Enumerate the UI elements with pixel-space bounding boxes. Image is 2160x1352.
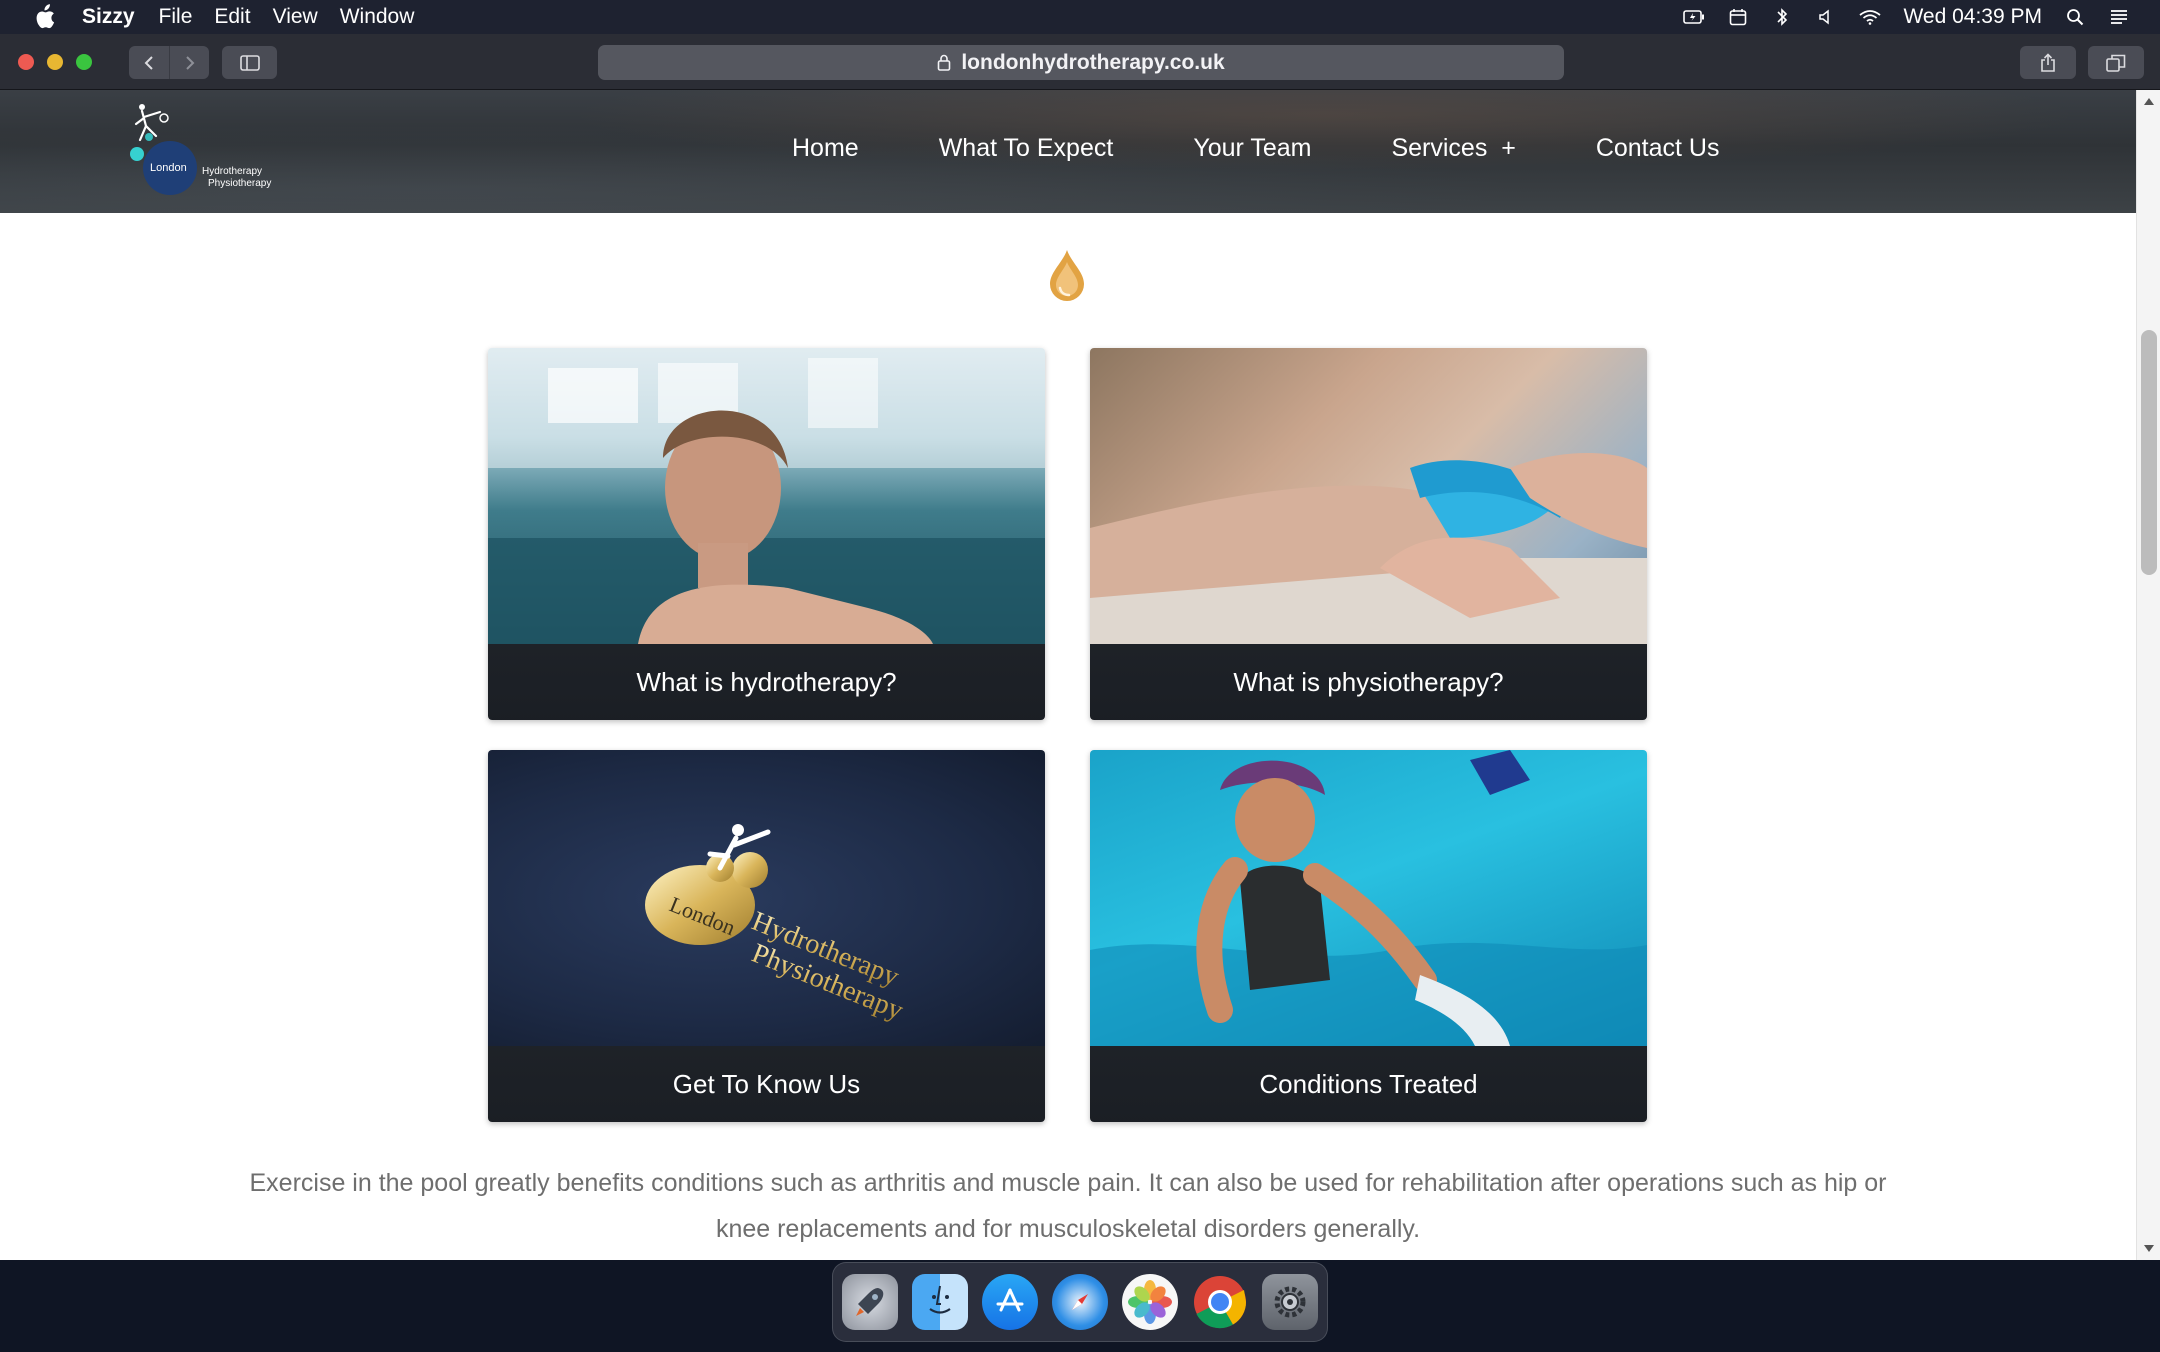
apple-menu-icon[interactable]: [30, 3, 58, 31]
photos-icon[interactable]: [1122, 1274, 1178, 1330]
card-get-to-know-us[interactable]: London Hydrotherapy Physiotherapy Get To…: [488, 750, 1045, 1122]
edit-menu[interactable]: Edit: [214, 5, 250, 29]
sidebar-icon: [239, 54, 260, 71]
address-bar[interactable]: londonhydrotherapy.co.uk: [598, 45, 1564, 80]
window-menu[interactable]: Window: [340, 5, 415, 29]
history-nav-group: [129, 46, 209, 79]
close-window-button[interactable]: [18, 54, 34, 70]
calendar-icon[interactable]: [1727, 6, 1749, 28]
view-menu[interactable]: View: [273, 5, 318, 29]
water-drop-icon: [1050, 250, 1084, 301]
share-button[interactable]: [2020, 46, 2076, 79]
physiotherapy-photo: [1090, 348, 1647, 644]
logo-physiotherapy-text: Physiotherapy: [208, 178, 272, 189]
finder-icon[interactable]: [912, 1274, 968, 1330]
browser-toolbar: londonhydrotherapy.co.uk: [0, 34, 2160, 90]
gold-logo-card-photo: London Hydrotherapy Physiotherapy: [488, 750, 1045, 1046]
web-page-viewport: London Hydrotherapy Physiotherapy Home W…: [0, 90, 2136, 1260]
forward-button[interactable]: [169, 46, 209, 79]
scroll-down-arrow-icon[interactable]: [2144, 1245, 2154, 1252]
chrome-icon[interactable]: [1192, 1274, 1248, 1330]
logo-hydrotherapy-text: Hydrotherapy: [202, 166, 263, 177]
logo-subtitle: Hydrotherapy Physiotherapy: [202, 166, 271, 190]
share-icon: [2041, 52, 2055, 72]
site-navigation: Home What To Expect Your Team Services +…: [792, 134, 1719, 163]
nav-services[interactable]: Services +: [1391, 134, 1515, 163]
dock: [832, 1262, 1328, 1342]
card-what-is-physiotherapy[interactable]: What is physiotherapy?: [1090, 348, 1647, 720]
card-what-is-hydrotherapy[interactable]: What is hydrotherapy?: [488, 348, 1045, 720]
minimize-window-button[interactable]: [47, 54, 63, 70]
tab-overview-button[interactable]: [2088, 46, 2144, 79]
chevron-left-icon: [144, 55, 153, 70]
nav-contact-us[interactable]: Contact Us: [1596, 134, 1720, 163]
zoom-window-button[interactable]: [76, 54, 92, 70]
nav-your-team[interactable]: Your Team: [1193, 134, 1311, 163]
launchpad-icon[interactable]: [842, 1274, 898, 1330]
menu-bar: Sizzy File Edit View Window Wed 04:39 PM: [0, 0, 2160, 34]
volume-icon[interactable]: [1815, 6, 1837, 28]
safari-icon[interactable]: [1052, 1274, 1108, 1330]
intro-paragraph: Exercise in the pool greatly benefits co…: [249, 1169, 1887, 1243]
file-menu[interactable]: File: [159, 5, 193, 29]
sidebar-toggle-button[interactable]: [222, 46, 277, 79]
card-caption: Get To Know Us: [488, 1046, 1045, 1122]
site-header: London Hydrotherapy Physiotherapy Home W…: [0, 90, 2136, 213]
scroll-up-arrow-icon[interactable]: [2144, 98, 2154, 105]
chevron-right-icon: [185, 55, 194, 70]
app-store-icon[interactable]: [982, 1274, 1038, 1330]
notification-center-icon[interactable]: [2108, 6, 2130, 28]
status-area: Wed 04:39 PM: [1683, 0, 2130, 34]
card-conditions-treated[interactable]: Conditions Treated: [1090, 750, 1647, 1122]
screen: Sizzy File Edit View Window Wed 04:39 PM: [0, 0, 2160, 1352]
app-name-menu[interactable]: Sizzy: [82, 5, 135, 29]
tabs-icon: [2106, 54, 2126, 72]
card-caption: Conditions Treated: [1090, 1046, 1647, 1122]
back-button[interactable]: [129, 46, 169, 79]
bluetooth-icon[interactable]: [1771, 6, 1793, 28]
hydrotherapy-photo: [488, 348, 1045, 644]
scroll-thumb[interactable]: [2141, 330, 2157, 575]
card-caption: What is physiotherapy?: [1090, 644, 1647, 720]
url-text: londonhydrotherapy.co.uk: [961, 50, 1225, 74]
menu-bar-clock[interactable]: Wed 04:39 PM: [1903, 5, 2042, 29]
logo-london-text: London: [150, 162, 187, 174]
nav-what-to-expect[interactable]: What To Expect: [939, 134, 1114, 163]
card-caption: What is hydrotherapy?: [488, 644, 1045, 720]
spotlight-search-icon[interactable]: [2064, 6, 2086, 28]
battery-icon[interactable]: [1683, 6, 1705, 28]
wifi-icon[interactable]: [1859, 6, 1882, 28]
page-scrollbar[interactable]: [2136, 90, 2160, 1260]
system-preferences-icon[interactable]: [1262, 1274, 1318, 1330]
swimmer-pool-photo: [1090, 750, 1647, 1046]
lock-icon: [938, 54, 951, 71]
nav-home[interactable]: Home: [792, 134, 859, 163]
